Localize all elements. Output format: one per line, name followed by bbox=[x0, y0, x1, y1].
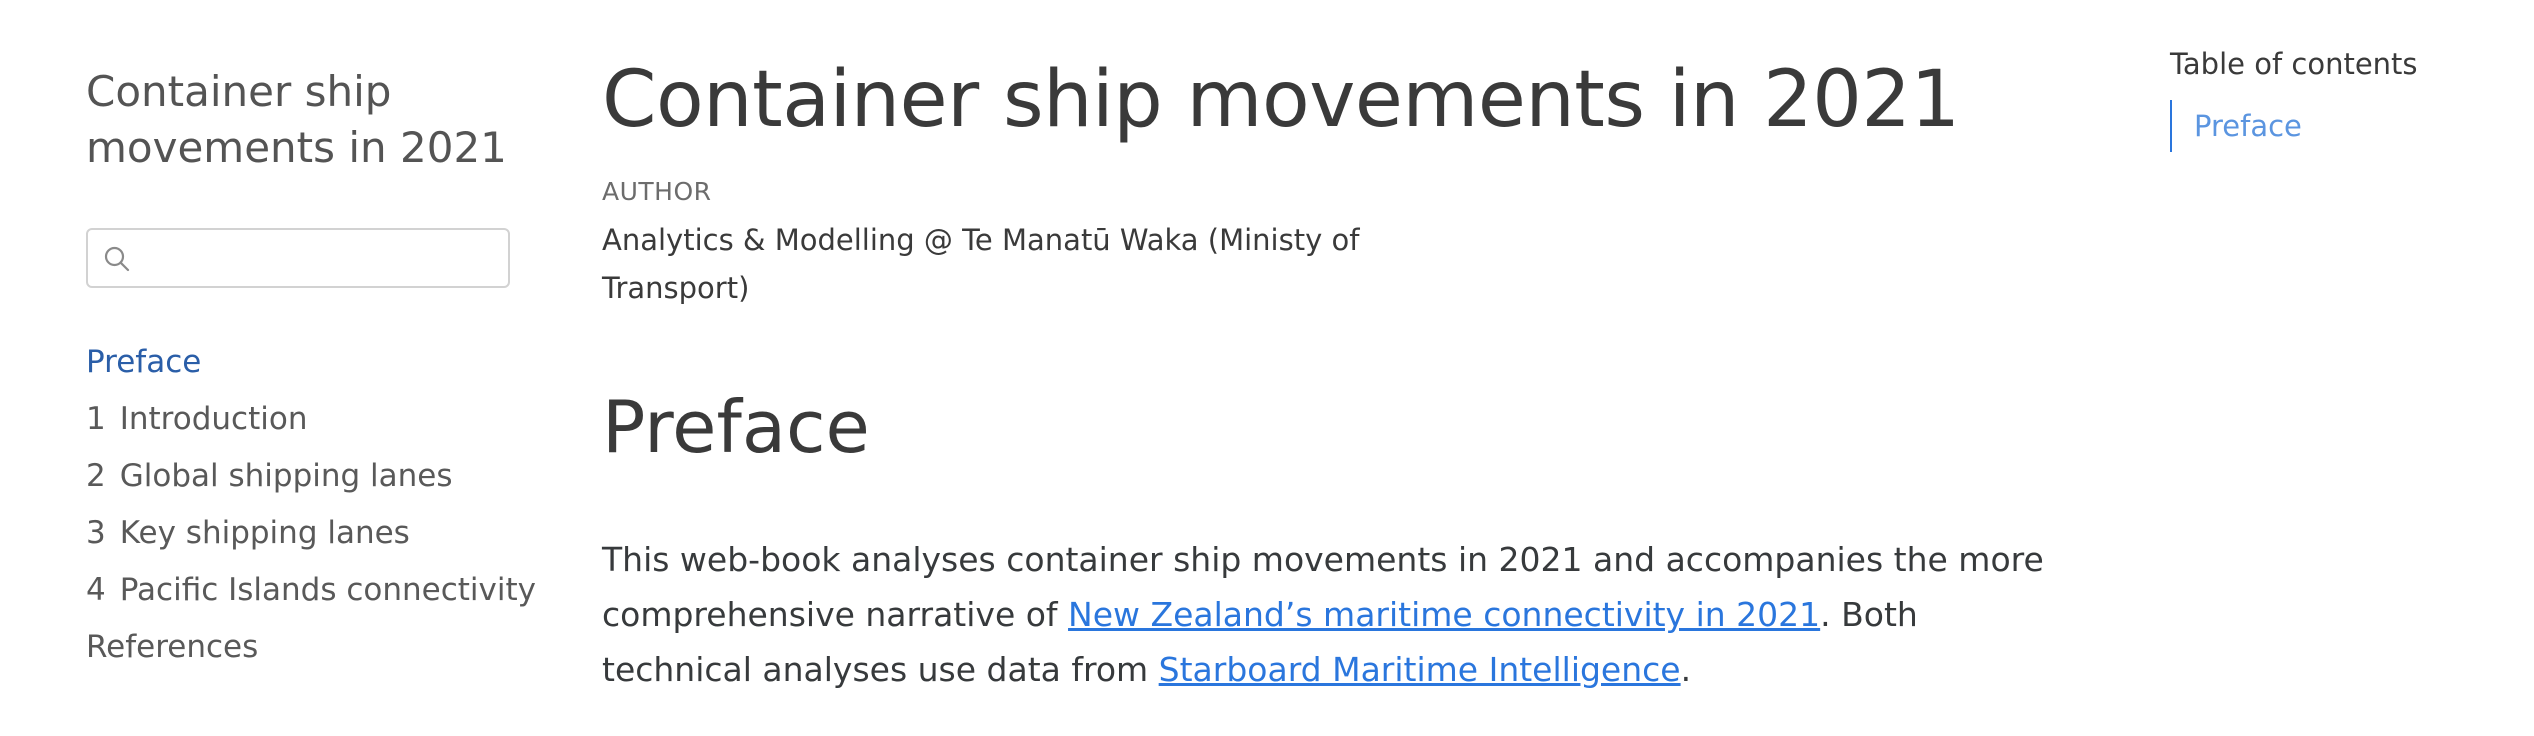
sidebar-item-preface[interactable]: Preface bbox=[86, 334, 516, 391]
page: Container ship movements in 2021 Preface… bbox=[0, 0, 2534, 736]
toc-title: Table of contents bbox=[2170, 47, 2418, 81]
sidebar-item-number: 4 bbox=[86, 572, 106, 608]
author-label: AUTHOR bbox=[602, 177, 712, 206]
sidebar-item-label: Global shipping lanes bbox=[119, 458, 453, 494]
sidebar-item-key-shipping-lanes[interactable]: 3 Key shipping lanes bbox=[86, 505, 516, 562]
sidebar-item-pacific-islands-connectivity[interactable]: 4 Pacific Islands connectivity bbox=[86, 562, 536, 619]
sidebar-item-references[interactable]: References bbox=[86, 619, 516, 676]
link-starboard-maritime-intelligence[interactable]: Starboard Maritime Intelligence bbox=[1159, 650, 1681, 689]
search-input[interactable] bbox=[144, 238, 498, 280]
sidebar: Container ship movements in 2021 Preface… bbox=[86, 64, 536, 676]
sidebar-item-label: Preface bbox=[86, 344, 202, 380]
table-of-contents: Table of contents Preface bbox=[2170, 44, 2510, 152]
sidebar-nav: Preface 1 Introduction 2 Global shipping l… bbox=[86, 334, 536, 676]
sidebar-title-line1: Container ship bbox=[86, 67, 392, 116]
sidebar-item-global-shipping-lanes[interactable]: 2 Global shipping lanes bbox=[86, 448, 516, 505]
sidebar-title-line2: movements in 2021 bbox=[86, 123, 507, 172]
sidebar-item-number: 2 bbox=[86, 458, 106, 494]
toc-item-preface[interactable]: Preface bbox=[2194, 100, 2510, 152]
page-title: Container ship movements in 2021 bbox=[602, 55, 1960, 145]
sidebar-item-introduction[interactable]: 1 Introduction bbox=[86, 391, 516, 448]
sidebar-item-label: Introduction bbox=[119, 401, 308, 437]
search-box[interactable] bbox=[86, 228, 510, 288]
sidebar-item-label: References bbox=[86, 629, 259, 665]
main-content: Container ship movements in 2021 AUTHOR … bbox=[602, 48, 2082, 730]
sidebar-item-label: Pacific Islands connectivity bbox=[119, 572, 536, 608]
sidebar-item-number: 1 bbox=[86, 401, 106, 437]
author-name: Analytics & Modelling @ Te Manatū Waka (… bbox=[602, 223, 1360, 305]
link-nz-maritime-connectivity[interactable]: New Zealand’s maritime connectivity in 2… bbox=[1068, 595, 1820, 634]
sidebar-book-title[interactable]: Container ship movements in 2021 bbox=[86, 64, 516, 176]
paragraph-text: . bbox=[1680, 649, 1692, 689]
sidebar-item-label: Key shipping lanes bbox=[119, 515, 410, 551]
search-icon bbox=[104, 246, 130, 272]
section-heading-preface: Preface bbox=[602, 385, 870, 469]
toc-list: Preface bbox=[2170, 100, 2510, 152]
preface-paragraph: This web-book analyses container ship mo… bbox=[602, 532, 2072, 697]
sidebar-item-number: 3 bbox=[86, 515, 106, 551]
